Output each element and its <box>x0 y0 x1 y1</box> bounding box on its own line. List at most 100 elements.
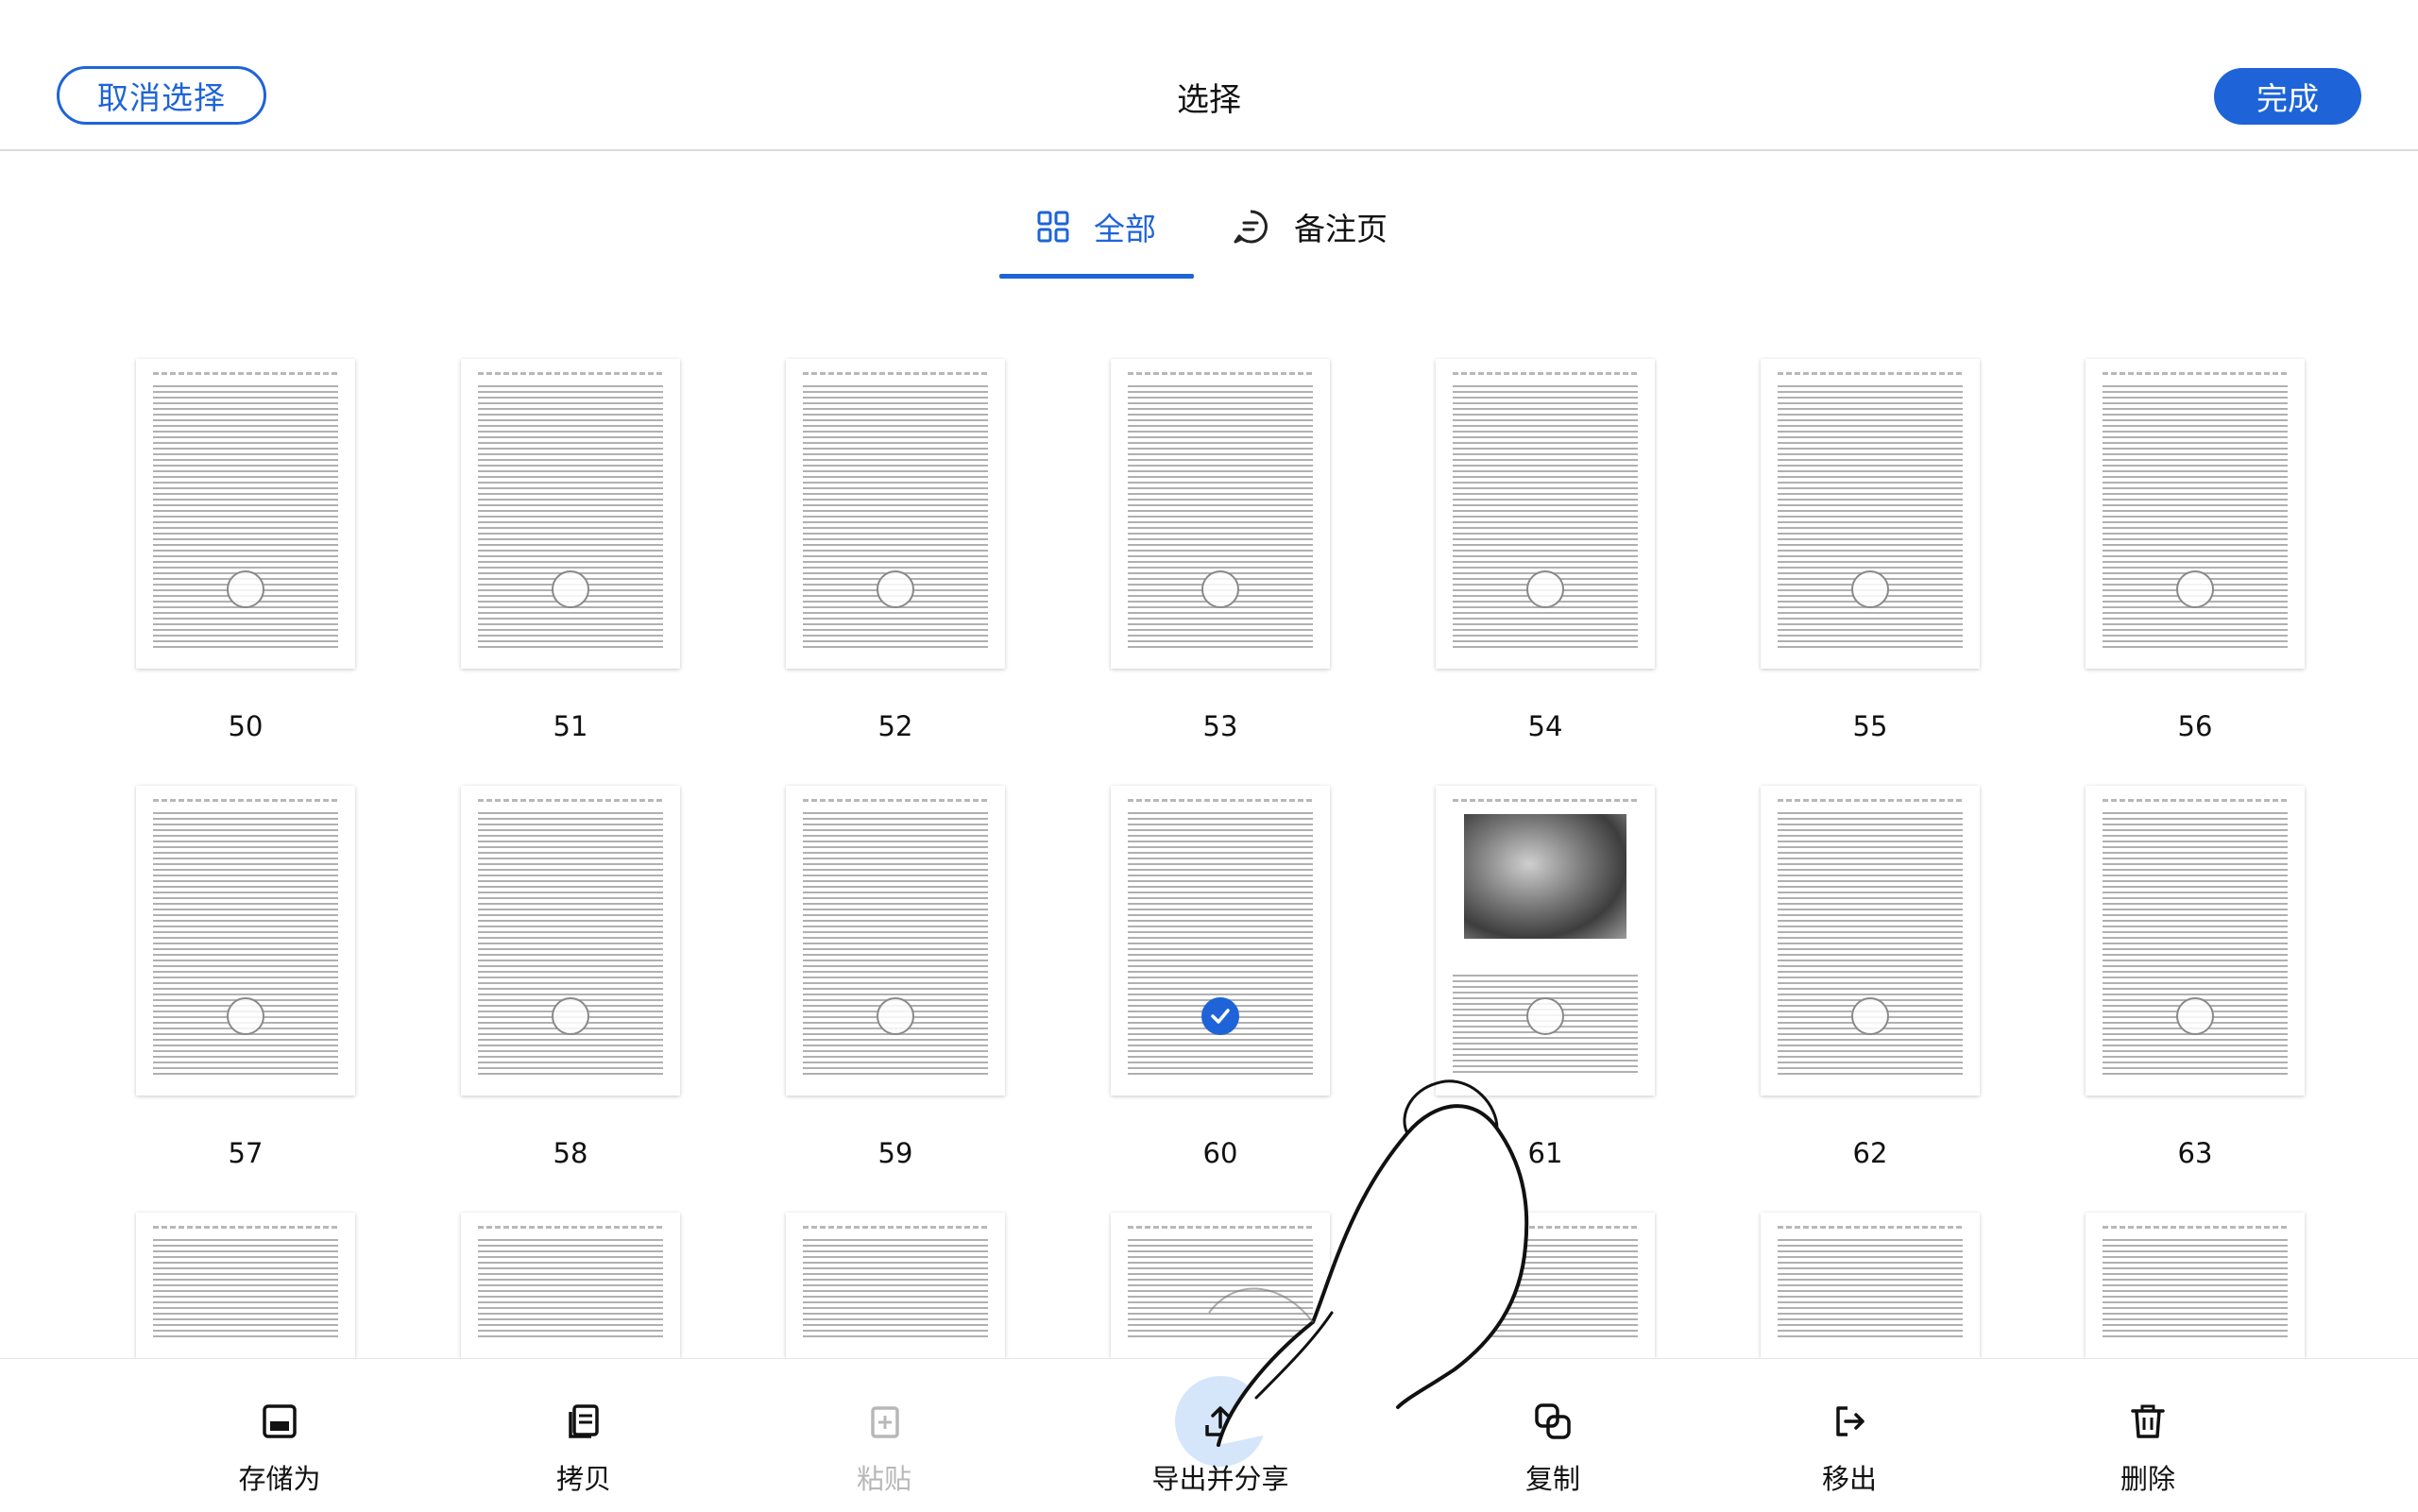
page-thumbnail[interactable] <box>786 359 1005 669</box>
page-number: 60 <box>1202 1137 1238 1169</box>
export-share-label: 导出并分享 <box>1151 1463 1289 1495</box>
page-thumbnail-partial[interactable] <box>1111 1213 1330 1358</box>
selection-circle-icon[interactable] <box>1526 997 1564 1035</box>
page-text-lines <box>478 1239 663 1337</box>
selection-circle-icon[interactable] <box>1526 570 1564 608</box>
page-running-header <box>1128 1226 1313 1229</box>
upload-share-icon <box>1175 1376 1266 1467</box>
page-running-header <box>1453 372 1638 375</box>
page-running-header <box>2103 1226 2288 1229</box>
move-out-icon <box>1829 1401 1870 1442</box>
copy-label: 拷贝 <box>555 1463 611 1495</box>
page-thumbnail-partial[interactable] <box>1761 1213 1980 1358</box>
selection-circle-icon[interactable] <box>1201 570 1239 608</box>
page-number: 59 <box>877 1137 913 1169</box>
page-number: 61 <box>1527 1137 1563 1169</box>
page-thumbnail[interactable] <box>1436 786 1655 1096</box>
page-text-lines <box>1778 1239 1963 1337</box>
selection-circle-icon[interactable] <box>877 570 914 608</box>
page-photo <box>1464 814 1626 939</box>
page-running-header <box>803 799 988 802</box>
paste-button[interactable]: 粘贴 <box>790 1359 979 1512</box>
page-thumbnail-partial[interactable] <box>136 1213 355 1358</box>
page-running-header <box>1778 1226 1963 1229</box>
selection-circle-icon[interactable] <box>227 997 264 1035</box>
page-running-header <box>153 372 338 375</box>
page-number: 57 <box>228 1137 264 1169</box>
selection-circle-icon[interactable] <box>1851 570 1889 608</box>
page-thumbnail[interactable] <box>1761 359 1980 669</box>
page-thumbnail[interactable] <box>1111 359 1330 669</box>
page-text-lines <box>1778 385 1963 648</box>
page-number: 63 <box>2177 1137 2213 1169</box>
page-text-lines <box>2103 812 2288 1075</box>
selection-circle-icon[interactable] <box>552 570 589 608</box>
page-thumbnail[interactable] <box>786 786 1005 1096</box>
duplicate-button[interactable]: 复制 <box>1458 1359 1647 1512</box>
page-text-lines <box>2103 1239 2288 1337</box>
page-text-lines <box>1128 385 1313 648</box>
page-text-lines <box>803 812 988 1075</box>
page-thumbnail-grid: 50 51 52 53 54 55 56 57 58 59 60 61 62 63 <box>0 0 2418 1511</box>
move-out-button[interactable]: 移出 <box>1755 1359 1944 1512</box>
page-number: 62 <box>1852 1137 1888 1169</box>
export-share-button[interactable]: 导出并分享 <box>1126 1359 1315 1512</box>
page-text-lines <box>1128 1239 1313 1337</box>
duplicate-label: 复制 <box>1524 1463 1580 1495</box>
selection-circle-icon[interactable] <box>2176 997 2214 1035</box>
page-text-lines <box>478 812 663 1075</box>
page-thumbnail[interactable] <box>461 786 680 1096</box>
page-thumbnail[interactable] <box>1436 359 1655 669</box>
selection-circle-icon[interactable] <box>2176 570 2214 608</box>
delete-label: 删除 <box>2120 1463 2175 1495</box>
page-thumbnail-partial[interactable] <box>2086 1213 2305 1358</box>
paste-label: 粘贴 <box>856 1463 911 1495</box>
page-thumbnail-partial[interactable] <box>1436 1213 1655 1358</box>
paste-icon <box>863 1401 905 1442</box>
page-running-header <box>1453 1226 1638 1229</box>
page-running-header <box>1128 799 1313 802</box>
page-thumbnail[interactable] <box>136 786 355 1096</box>
selection-circle-icon[interactable] <box>877 997 914 1035</box>
page-thumbnail[interactable] <box>136 359 355 669</box>
page-number: 55 <box>1852 710 1888 742</box>
page-text-lines <box>803 1239 988 1337</box>
page-thumbnail[interactable] <box>2086 359 2305 669</box>
page-thumbnail[interactable] <box>1761 786 1980 1096</box>
page-number: 54 <box>1527 710 1563 742</box>
copy-doc-icon <box>563 1401 604 1442</box>
page-text-lines <box>1778 812 1963 1075</box>
page-text-lines <box>2103 385 2288 648</box>
save-tray-icon <box>259 1401 300 1442</box>
page-text-lines <box>1453 1239 1638 1337</box>
selection-checked-icon[interactable] <box>1201 997 1239 1035</box>
move-out-label: 移出 <box>1821 1463 1877 1495</box>
page-thumbnail[interactable] <box>2086 786 2305 1096</box>
page-running-header <box>1778 799 1963 802</box>
page-thumbnail[interactable] <box>1111 786 1330 1096</box>
copy-button[interactable]: 拷贝 <box>489 1359 678 1512</box>
page-running-header <box>153 1226 338 1229</box>
page-number: 56 <box>2177 710 2213 742</box>
page-running-header <box>1453 799 1638 802</box>
page-thumbnail-partial[interactable] <box>461 1213 680 1358</box>
page-running-header <box>803 372 988 375</box>
page-thumbnail[interactable] <box>461 359 680 669</box>
selection-circle-icon[interactable] <box>227 570 264 608</box>
page-number: 52 <box>877 710 913 742</box>
trash-icon <box>2127 1401 2169 1442</box>
page-text-lines <box>153 385 338 648</box>
page-number: 50 <box>228 710 264 742</box>
page-number: 51 <box>553 710 588 742</box>
page-text-lines <box>1453 385 1638 648</box>
selection-circle-icon[interactable] <box>1851 997 1889 1035</box>
delete-button[interactable]: 删除 <box>2053 1359 2242 1512</box>
save-as-label: 存储为 <box>238 1463 321 1495</box>
page-running-header <box>478 1226 663 1229</box>
bottom-toolbar: 存储为 拷贝 粘贴 导出并分享 复制 移出 删除 <box>0 1358 2418 1511</box>
save-as-button[interactable]: 存储为 <box>185 1359 374 1512</box>
page-running-header <box>478 372 663 375</box>
page-number: 58 <box>553 1137 588 1169</box>
selection-circle-icon[interactable] <box>552 997 589 1035</box>
page-thumbnail-partial[interactable] <box>786 1213 1005 1358</box>
